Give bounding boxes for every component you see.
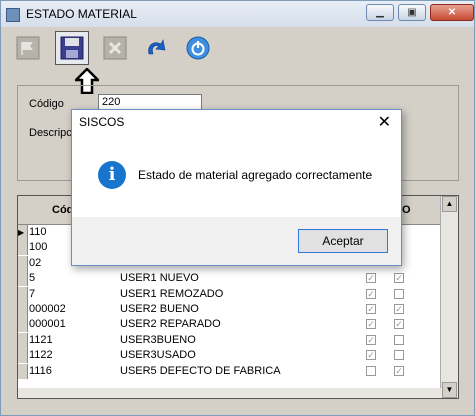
scroll-down-icon[interactable]: ▼ bbox=[442, 382, 457, 398]
row-selector[interactable] bbox=[18, 271, 28, 287]
flag-icon[interactable] bbox=[14, 34, 42, 62]
table-row[interactable]: 000002 USER2 BUENO ✓ ✓ bbox=[18, 302, 442, 317]
checkbox-2[interactable]: ✓ bbox=[394, 365, 404, 376]
title-bar: ESTADO MATERIAL ▁ ▣ ✕ bbox=[1, 1, 474, 27]
descripcion-label: Descripc bbox=[29, 127, 72, 139]
undo-icon[interactable] bbox=[141, 34, 169, 62]
cell-codigo[interactable]: 000001 bbox=[29, 318, 66, 330]
row-selector[interactable] bbox=[18, 302, 28, 317]
checkbox-1[interactable]: ✓ bbox=[366, 334, 376, 345]
row-selector[interactable] bbox=[18, 255, 28, 271]
cell-descripcion[interactable]: USER1 REMOZADO bbox=[120, 288, 223, 300]
checkbox-2[interactable] bbox=[394, 350, 404, 361]
cell-codigo[interactable]: 1121 bbox=[29, 334, 53, 346]
dialog-message: Estado de material agregado correctament… bbox=[138, 168, 373, 182]
checkbox-2[interactable] bbox=[394, 334, 404, 345]
cell-descripcion[interactable]: USER5 DEFECTO DE FABRICA bbox=[120, 365, 281, 377]
row-selector[interactable] bbox=[18, 332, 28, 348]
app-icon bbox=[6, 8, 20, 22]
cell-descripcion[interactable]: USER2 REPARADO bbox=[120, 318, 221, 330]
cell-codigo[interactable]: 000002 bbox=[29, 303, 66, 315]
header-last[interactable]: O bbox=[402, 204, 411, 216]
codigo-input[interactable]: 220 bbox=[98, 94, 202, 110]
row-selector[interactable] bbox=[18, 348, 28, 364]
cell-codigo[interactable]: 100 bbox=[29, 241, 47, 253]
cell-codigo[interactable]: 7 bbox=[29, 288, 35, 300]
codigo-label: Código bbox=[29, 98, 64, 110]
checkbox-2[interactable]: ✓ bbox=[394, 304, 404, 314]
row-selector[interactable] bbox=[18, 317, 28, 333]
message-dialog: SISCOS ✕ i Estado de material agregado c… bbox=[71, 109, 402, 266]
cell-codigo[interactable]: 110 bbox=[29, 226, 47, 238]
row-selector[interactable] bbox=[18, 286, 28, 302]
row-selector[interactable] bbox=[18, 240, 28, 256]
checkbox-2[interactable] bbox=[394, 288, 404, 299]
dialog-close-icon[interactable]: ✕ bbox=[378, 112, 391, 132]
save-icon[interactable] bbox=[55, 31, 89, 65]
power-icon[interactable] bbox=[184, 34, 212, 62]
toolbar bbox=[1, 27, 474, 77]
restore-button[interactable]: ▣ bbox=[398, 4, 426, 21]
main-window: ESTADO MATERIAL ▁ ▣ ✕ Código 220 Descrip… bbox=[0, 0, 475, 416]
cell-descripcion[interactable]: USER3BUENO bbox=[120, 334, 196, 346]
horizontal-scrollbar[interactable] bbox=[18, 388, 442, 398]
table-row[interactable]: 1121 USER3BUENO ✓ bbox=[18, 332, 442, 348]
scroll-up-icon[interactable]: ▲ bbox=[442, 196, 457, 212]
checkbox-1[interactable]: ✓ bbox=[366, 304, 376, 314]
row-selector[interactable]: ▶ bbox=[18, 225, 28, 240]
checkbox-2[interactable]: ✓ bbox=[394, 319, 404, 330]
checkbox-1[interactable] bbox=[366, 365, 376, 376]
dialog-title: SISCOS bbox=[79, 115, 125, 129]
table-row[interactable]: 1122 USER3USADO ✓ bbox=[18, 348, 442, 364]
delete-icon[interactable] bbox=[101, 34, 129, 62]
cell-descripcion[interactable]: USER1 NUEVO bbox=[120, 272, 199, 284]
cell-descripcion[interactable]: USER3USADO bbox=[120, 349, 196, 361]
info-icon: i bbox=[98, 161, 126, 189]
cell-codigo[interactable]: 1116 bbox=[29, 365, 52, 377]
table-row[interactable]: 000001 USER2 REPARADO ✓ ✓ bbox=[18, 317, 442, 333]
vertical-scrollbar[interactable]: ▲ ▼ bbox=[440, 196, 458, 398]
cell-descripcion[interactable]: USER2 BUENO bbox=[120, 303, 199, 315]
checkbox-2[interactable]: ✓ bbox=[394, 273, 404, 284]
cell-codigo[interactable]: 02 bbox=[29, 257, 41, 269]
table-row[interactable]: 7 USER1 REMOZADO ✓ bbox=[18, 286, 442, 302]
checkbox-1[interactable]: ✓ bbox=[366, 350, 376, 361]
table-row[interactable]: 5 USER1 NUEVO ✓ ✓ bbox=[18, 271, 442, 287]
minimize-button[interactable]: ▁ bbox=[366, 4, 394, 21]
checkbox-1[interactable]: ✓ bbox=[366, 319, 376, 330]
row-selector[interactable] bbox=[18, 363, 28, 379]
aceptar-button[interactable]: Aceptar bbox=[298, 229, 388, 253]
close-button[interactable]: ✕ bbox=[430, 4, 474, 21]
cell-codigo[interactable]: 1122 bbox=[29, 349, 53, 361]
dialog-footer: Aceptar bbox=[72, 217, 401, 265]
table-row[interactable]: 1116 USER5 DEFECTO DE FABRICA ✓ bbox=[18, 363, 442, 379]
checkbox-1[interactable]: ✓ bbox=[366, 273, 376, 284]
cell-codigo[interactable]: 5 bbox=[29, 272, 35, 284]
window-title: ESTADO MATERIAL bbox=[26, 7, 137, 21]
checkbox-1[interactable]: ✓ bbox=[366, 288, 376, 299]
dialog-title-bar: SISCOS ✕ bbox=[72, 110, 401, 132]
